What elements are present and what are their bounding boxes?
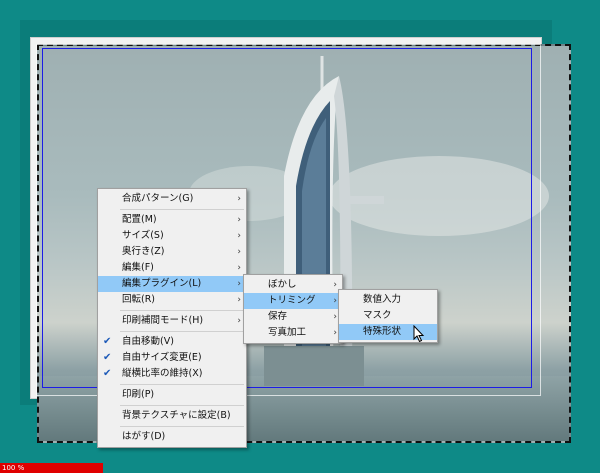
check-icon: ✔ <box>103 336 112 347</box>
context-menu-item-label: 奥行き(Z) <box>122 246 165 257</box>
plugin-submenu: ぼかし › トリミング › 保存 › 写真加工 › <box>243 274 343 344</box>
chevron-right-icon: › <box>333 328 337 338</box>
chevron-right-icon: › <box>237 279 241 289</box>
context-menu-item-label: 背景テクスチャに設定(B) <box>122 410 231 421</box>
trim-menu-item[interactable]: 数値入力 <box>339 292 437 308</box>
context-menu-item[interactable]: ✔ 自由移動(V) <box>98 334 246 350</box>
context-menu-item-label: 印刷(P) <box>122 389 155 400</box>
chevron-right-icon: › <box>333 296 337 306</box>
chevron-right-icon: › <box>333 280 337 290</box>
context-menu-item-label: 縦横比率の維持(X) <box>122 368 203 379</box>
chevron-right-icon: › <box>237 194 241 204</box>
trim-menu-item-label: 特殊形状 <box>363 326 402 337</box>
context-menu-item-label: 回転(R) <box>122 294 156 305</box>
context-menu-item[interactable]: 編集(F) › <box>98 260 246 276</box>
context-menu-item[interactable]: 編集プラグイン(L) › <box>98 276 246 292</box>
context-menu-item[interactable]: 配置(M) › <box>98 212 246 228</box>
plugin-menu-item[interactable]: トリミング › <box>244 293 342 309</box>
trim-menu-item-label: 数値入力 <box>363 294 402 305</box>
context-menu-item-label: 自由移動(V) <box>122 336 174 347</box>
chevron-right-icon: › <box>237 316 241 326</box>
context-menu-item[interactable]: 回転(R) › <box>98 292 246 308</box>
context-menu-item-label: 合成パターン(G) <box>122 193 194 204</box>
chevron-right-icon: › <box>237 215 241 225</box>
context-menu-item[interactable]: 印刷(P) <box>98 387 246 403</box>
plugin-menu-item-label: トリミング <box>268 295 316 306</box>
context-menu-item[interactable]: 背景テクスチャに設定(B) <box>98 408 246 424</box>
context-menu-item[interactable]: 合成パターン(G) › <box>98 191 246 207</box>
trim-menu-item[interactable]: マスク <box>339 308 437 324</box>
plugin-menu-item-label: 写真加工 <box>268 327 307 338</box>
context-menu-item[interactable]: 印刷補間モード(H) › <box>98 313 246 329</box>
trim-menu-item-label: マスク <box>363 310 392 321</box>
plugin-menu-item[interactable]: 写真加工 › <box>244 325 342 341</box>
menu-separator <box>120 331 244 332</box>
plugin-menu-item-label: 保存 <box>268 311 288 322</box>
context-menu-item-label: 編集プラグイン(L) <box>122 278 202 289</box>
context-menu-item-label: サイズ(S) <box>122 230 164 241</box>
zoom-status: 100 % <box>0 463 103 473</box>
context-menu-item-label: 編集(F) <box>122 262 154 273</box>
plugin-menu-item[interactable]: ぼかし › <box>244 277 342 293</box>
chevron-right-icon: › <box>237 231 241 241</box>
context-menu-item[interactable]: はがす(D) <box>98 429 246 445</box>
mouse-pointer-icon <box>413 325 425 343</box>
chevron-right-icon: › <box>237 263 241 273</box>
context-menu-item-label: はがす(D) <box>122 431 166 442</box>
menu-separator <box>120 384 244 385</box>
chevron-right-icon: › <box>237 295 241 305</box>
context-menu-item[interactable]: ✔ 縦横比率の維持(X) <box>98 366 246 382</box>
chevron-right-icon: › <box>237 247 241 257</box>
context-menu: 合成パターン(G) › 配置(M) › サイズ(S) › 奥行き(Z) › 編集(F) › 編集プラ… <box>97 188 247 448</box>
menu-separator <box>120 405 244 406</box>
chevron-right-icon: › <box>333 312 337 322</box>
menu-separator <box>120 426 244 427</box>
check-icon: ✔ <box>103 352 112 363</box>
context-menu-item-label: 印刷補間モード(H) <box>122 315 204 326</box>
context-menu-item[interactable]: サイズ(S) › <box>98 228 246 244</box>
check-icon: ✔ <box>103 368 112 379</box>
context-menu-item-label: 自由サイズ変更(E) <box>122 352 202 363</box>
context-menu-item[interactable]: ✔ 自由サイズ変更(E) <box>98 350 246 366</box>
context-menu-item[interactable]: 奥行き(Z) › <box>98 244 246 260</box>
menu-separator <box>120 209 244 210</box>
plugin-menu-item-label: ぼかし <box>268 279 297 290</box>
menu-separator <box>120 310 244 311</box>
plugin-menu-item[interactable]: 保存 › <box>244 309 342 325</box>
context-menu-item-label: 配置(M) <box>122 214 157 225</box>
